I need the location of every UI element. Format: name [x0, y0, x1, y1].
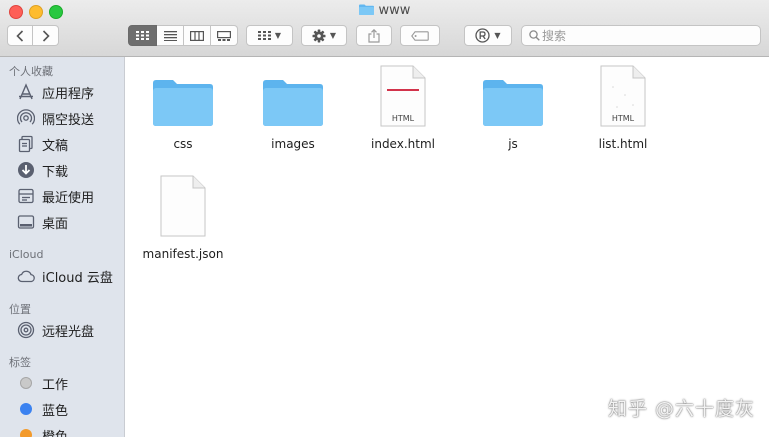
sidebar-item-label: 隔空投送 — [42, 112, 95, 128]
icon-view-button[interactable] — [128, 25, 157, 46]
group-by-button[interactable]: ▼ — [246, 25, 293, 46]
sidebar-section-favorites: 个人收藏 — [9, 65, 53, 78]
registered-icon — [475, 28, 491, 43]
chevron-left-icon — [16, 29, 24, 42]
sidebar-item-label: 最近使用 — [42, 190, 95, 206]
sidebar-section-tags: 标签 — [9, 356, 31, 369]
search-field[interactable] — [521, 25, 761, 46]
file-name: manifest.json — [142, 247, 224, 261]
search-icon — [529, 30, 540, 41]
share-button[interactable] — [356, 25, 392, 46]
file-item-images[interactable]: images — [243, 65, 343, 151]
search-input[interactable] — [542, 26, 756, 45]
sidebar-item-label: 应用程序 — [42, 86, 95, 102]
forward-button[interactable] — [33, 25, 59, 46]
grid-icon — [257, 31, 271, 40]
sidebar-item-label: 蓝色 — [42, 403, 69, 419]
sidebar-item-downloads[interactable]: 下载 — [16, 159, 124, 181]
sidebar-item-icloud-drive[interactable]: iCloud 云盘 — [16, 265, 124, 287]
file-browser: css images HTML index.html js HTML list.… — [125, 57, 769, 437]
sidebar-item-tag-work[interactable]: 工作 — [16, 372, 124, 394]
downloads-icon — [16, 161, 36, 179]
sidebar-item-documents[interactable]: 文稿 — [16, 133, 124, 155]
file-item-manifest-json[interactable]: manifest.json — [133, 175, 233, 261]
column-view-button[interactable] — [184, 25, 211, 46]
finder-window: www ▼ ▼ ▼ 搜索 个人收藏 应用程序 隔空投送 文稿 下载 最近使用 桌… — [0, 0, 769, 437]
columns-icon — [190, 30, 204, 41]
grid-icon — [136, 31, 149, 40]
folder-icon — [153, 80, 213, 126]
desktop-icon — [16, 213, 36, 231]
file-badge: HTML — [612, 114, 635, 123]
tag-dot-icon — [16, 400, 36, 418]
file-name: js — [508, 137, 518, 151]
folder-icon — [358, 4, 374, 15]
sidebar-item-airdrop[interactable]: 隔空投送 — [16, 107, 124, 129]
gallery-icon — [217, 30, 231, 41]
back-button[interactable] — [7, 25, 33, 46]
sidebar-item-label: 文稿 — [42, 138, 69, 154]
share-icon — [368, 28, 380, 43]
sidebar-item-desktop[interactable]: 桌面 — [16, 211, 124, 233]
tag-icon — [411, 30, 429, 41]
airdrop-icon — [16, 109, 36, 127]
recents-icon — [16, 187, 36, 205]
chevron-down-icon: ▼ — [329, 31, 337, 40]
title-bar: www ▼ ▼ ▼ 搜索 — [0, 0, 769, 57]
folder-icon — [483, 80, 543, 126]
chevron-right-icon — [42, 29, 50, 42]
tag-dot-icon — [16, 374, 36, 392]
html-file-icon: HTML — [600, 65, 646, 127]
window-title-text: www — [378, 3, 411, 18]
sidebar-item-label: 桌面 — [42, 216, 69, 232]
folder-icon — [263, 80, 323, 126]
file-item-js[interactable]: js — [463, 65, 563, 151]
sidebar-item-recents[interactable]: 最近使用 — [16, 185, 124, 207]
file-name: css — [173, 137, 193, 151]
gallery-view-button[interactable] — [211, 25, 238, 46]
sidebar: 个人收藏 应用程序 隔空投送 文稿 下载 最近使用 桌面 iCloud iClo… — [0, 57, 125, 437]
action-menu-button[interactable]: ▼ — [301, 25, 347, 46]
documents-icon — [16, 135, 36, 153]
file-name: images — [271, 137, 315, 151]
file-item-list-html[interactable]: HTML list.html — [573, 65, 673, 151]
gear-icon — [312, 29, 326, 42]
sidebar-item-label: iCloud 云盘 — [42, 270, 113, 286]
chevron-down-icon: ▼ — [494, 31, 501, 40]
watermark: 知乎 @六十度灰 — [607, 398, 755, 420]
sidebar-section-locations: 位置 — [9, 303, 31, 316]
sidebar-item-remote-disc[interactable]: 远程光盘 — [16, 319, 124, 341]
edit-tags-button[interactable] — [400, 25, 440, 46]
view-mode-control — [128, 25, 238, 46]
html-file-icon: HTML — [380, 65, 426, 127]
file-item-css[interactable]: css — [133, 65, 233, 151]
sidebar-item-tag-orange[interactable]: 橙色 — [16, 424, 124, 437]
list-view-button[interactable] — [157, 25, 184, 46]
disc-icon — [16, 321, 36, 339]
nav-buttons — [7, 25, 59, 46]
list-icon — [163, 30, 177, 41]
chevron-down-icon: ▼ — [274, 31, 282, 40]
sidebar-item-label: 橙色 — [42, 429, 69, 437]
file-item-index-html[interactable]: HTML index.html — [353, 65, 453, 151]
applications-icon — [16, 83, 36, 101]
tag-dot-icon — [16, 426, 36, 437]
registered-extension-button[interactable]: ▼ — [464, 25, 512, 46]
sidebar-item-label: 远程光盘 — [42, 324, 95, 340]
sidebar-item-label: 下载 — [42, 164, 69, 180]
file-name: index.html — [371, 137, 435, 151]
window-title: www — [0, 3, 769, 18]
sidebar-item-tag-blue[interactable]: 蓝色 — [16, 398, 124, 420]
file-badge: HTML — [392, 114, 415, 123]
sidebar-item-applications[interactable]: 应用程序 — [16, 81, 124, 103]
sidebar-item-label: 工作 — [42, 377, 69, 393]
cloud-icon — [16, 267, 36, 285]
sidebar-section-icloud: iCloud — [9, 248, 44, 261]
document-icon — [160, 175, 206, 237]
file-name: list.html — [598, 137, 648, 151]
